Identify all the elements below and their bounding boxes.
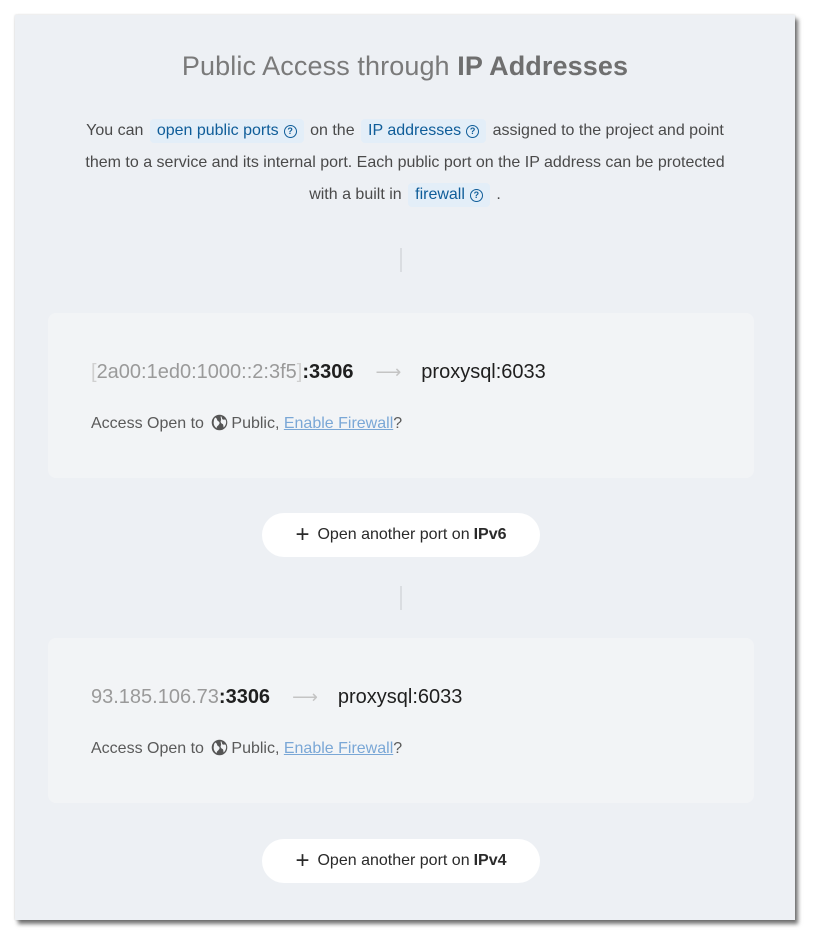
firewall-link[interactable]: firewall? — [408, 183, 490, 207]
help-circle-icon: ? — [283, 125, 297, 138]
port-route: [2a00:1ed0:1000::2:3f5]:3306 ⟶ proxysql:60… — [91, 361, 546, 384]
access-suffix: ? — [393, 415, 403, 432]
ip-addresses-link[interactable]: IP addresses? — [361, 119, 487, 143]
title-prefix: Public Access through — [181, 51, 458, 81]
port-mapping-card-ipv6: [2a00:1ed0:1000::2:3f5]:3306 ⟶ proxysql:60… — [48, 313, 754, 478]
enable-firewall-link[interactable]: Enable Firewall — [284, 415, 393, 432]
arrow-right-icon: ⟶ — [292, 687, 318, 707]
enable-firewall-link[interactable]: Enable Firewall — [284, 740, 393, 757]
access-prefix: Access Open to — [91, 415, 209, 432]
arrow-right-icon: ⟶ — [375, 362, 402, 382]
add-port-label: Open another port on — [317, 526, 470, 543]
help-circle-icon: ? — [466, 125, 480, 138]
desc-text-2: on the — [305, 122, 360, 139]
public-port: :3306 — [302, 361, 354, 383]
target-service: proxysql:6033 — [421, 361, 546, 383]
add-port-label: Open another port on — [317, 852, 470, 869]
globe-icon — [211, 739, 228, 761]
help-circle-icon: ? — [469, 189, 483, 202]
public-access-panel: Public Access through IP Addresses You c… — [15, 15, 795, 920]
chip-label-ip: IP addresses — [368, 122, 462, 139]
chip-label-firewall: firewall — [415, 186, 465, 203]
connector-line — [400, 248, 402, 272]
open-another-port-ipv6-button[interactable]: + Open another port on IPv6 — [262, 513, 540, 557]
section-description: You can open public ports? on the IP add… — [85, 115, 725, 211]
chip-label-ports: open public ports — [156, 122, 279, 139]
title-bold: IP Addresses — [457, 51, 629, 81]
public-port: :3306 — [218, 686, 271, 708]
desc-text-1: You can — [86, 122, 148, 139]
access-status: Access Open to Public, Enable Firewall? — [91, 414, 402, 436]
port-mapping-card-ipv4: 93.185.106.73:3306 ⟶ proxysql:6033 Access … — [48, 638, 754, 803]
plus-icon: + — [295, 521, 310, 548]
globe-icon — [211, 414, 228, 436]
ip-address: 2a00:1ed0:1000::2:3f5 — [96, 361, 297, 383]
access-status: Access Open to Public, Enable Firewall? — [91, 739, 402, 761]
add-port-protocol: IPv4 — [473, 852, 507, 869]
add-port-protocol: IPv6 — [473, 526, 507, 543]
access-suffix: ? — [393, 740, 403, 757]
port-route: 93.185.106.73:3306 ⟶ proxysql:6033 — [91, 686, 462, 709]
target-service: proxysql:6033 — [337, 686, 463, 708]
plus-icon: + — [295, 847, 310, 874]
open-another-port-ipv4-button[interactable]: + Open another port on IPv4 — [262, 839, 540, 883]
access-scope: Public, — [231, 415, 284, 432]
access-prefix: Access Open to — [91, 740, 209, 757]
section-title: Public Access through IP Addresses — [15, 51, 795, 82]
open-public-ports-link[interactable]: open public ports? — [149, 119, 304, 143]
connector-line — [400, 586, 402, 610]
access-scope: Public, — [231, 740, 284, 757]
ip-address: 93.185.106.73 — [91, 686, 219, 708]
desc-text-4: . — [491, 186, 501, 203]
